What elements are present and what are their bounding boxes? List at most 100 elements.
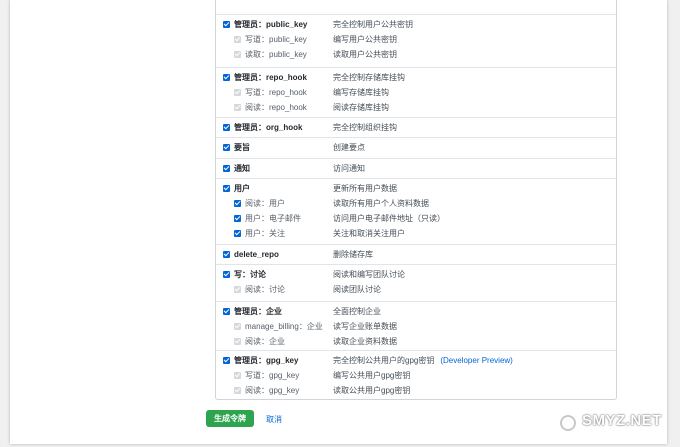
scope-child-row: 写道：public_key 编写用户公共密钥 <box>216 34 616 46</box>
scope-checkbox[interactable] <box>223 251 230 258</box>
scope-description-text: 更新所有用户数据 <box>333 184 397 193</box>
scope-description: 访问用户电子邮件地址（只读） <box>333 213 445 225</box>
scope-child-label: 读取：public_key <box>245 50 307 59</box>
scope-child-checkbox <box>234 36 241 43</box>
scope-group: 写：讨论 阅读和编写团队讨论 阅读：讨论 阅读团队讨论 <box>216 264 616 301</box>
scope-group: 用户 更新所有用户数据阅读：用户 读取所有用户个人资料数据 用户：电子邮件 访问用户电子… <box>216 178 616 244</box>
scope-description: 读取所有用户个人资料数据 <box>333 198 429 210</box>
scope-description: 读写企业账单数据 <box>333 321 397 333</box>
scope-description-text: 阅读存储库挂钩 <box>333 103 389 112</box>
scope-description: 编写公共用户gpg密钥 <box>333 370 410 382</box>
scope-checkbox[interactable] <box>223 165 230 172</box>
scope-description-text: 编写存储库挂钩 <box>333 88 389 97</box>
scope-child-row: 写道：repo_hook 编写存储库挂钩 <box>216 87 616 99</box>
scope-child-label: 阅读：gpg_key <box>245 386 300 395</box>
scope-label: 管理员：public_key <box>234 20 308 29</box>
scope-description: 完全控制公共用户的gpg密钥 (Developer Preview) <box>333 355 513 367</box>
scope-group: 管理员：企业 全面控制企业 manage_billing：企业 读写企业账单数据阅读：… <box>216 301 616 350</box>
scope-description: 读取企业资料数据 <box>333 336 397 348</box>
scope-child-row: 阅读：讨论 阅读团队讨论 <box>216 284 616 296</box>
scope-checkbox[interactable] <box>223 271 230 278</box>
scope-child-checkbox <box>234 372 241 379</box>
token-scopes-card: 管理员：public_key 完全控制用户公共密钥写道：public_key 编写用… <box>10 0 667 444</box>
scope-description: 阅读存储库挂钩 <box>333 102 389 114</box>
scope-group: 管理员：repo_hook 完全控制存储库挂钩写道：repo_hook 编写存储库挂… <box>216 67 616 117</box>
scope-group: 管理员：gpg_key 完全控制公共用户的gpg密钥 (Developer Prev… <box>216 350 616 400</box>
scope-description: 读取公共用户gpg密钥 <box>333 385 410 397</box>
scope-child-label: 写道：repo_hook <box>245 88 307 97</box>
scope-description-text: 访问通知 <box>333 164 365 173</box>
scope-description: 创建要点 <box>333 142 365 154</box>
scope-child-row: manage_billing：企业 读写企业账单数据 <box>216 321 616 333</box>
scope-description-text: 创建要点 <box>333 143 365 152</box>
scope-child-row: 用户：电子邮件 访问用户电子邮件地址（只读） <box>216 213 616 225</box>
scope-description-text: 完全控制用户公共密钥 <box>333 20 413 29</box>
scope-child-row: 用户：关注 关注和取消关注用户 <box>216 228 616 240</box>
scope-description-text: 阅读团队讨论 <box>333 285 381 294</box>
scope-description-text: 访问用户电子邮件地址（只读） <box>333 214 445 223</box>
scope-row: 管理员：repo_hook 完全控制存储库挂钩 <box>216 72 616 84</box>
scope-description: 更新所有用户数据 <box>333 183 397 195</box>
scope-description: 关注和取消关注用户 <box>333 228 405 240</box>
scope-checkbox[interactable] <box>223 357 230 364</box>
scope-child-row: 读取：public_key 读取用户公共密钥 <box>216 49 616 61</box>
scope-child-label: 写道：public_key <box>245 35 307 44</box>
scope-child-row: 阅读：企业 读取企业资料数据 <box>216 336 616 348</box>
scope-checkbox[interactable] <box>223 21 230 28</box>
scope-child-label: manage_billing：企业 <box>245 322 323 331</box>
scope-description-text: 完全控制存储库挂钩 <box>333 73 405 82</box>
scope-row: 通知 访问通知 <box>216 163 616 175</box>
scope-row: 管理员：gpg_key 完全控制公共用户的gpg密钥 (Developer Prev… <box>216 355 616 367</box>
scope-child-row: 阅读：gpg_key 读取公共用户gpg密钥 <box>216 385 616 397</box>
scope-checkbox[interactable] <box>223 308 230 315</box>
scope-description: 编写用户公共密钥 <box>333 34 397 46</box>
scope-child-checkbox[interactable] <box>234 230 241 237</box>
scope-description-text: 读取用户公共密钥 <box>333 50 397 59</box>
watermark: SMYZ.NET <box>582 412 662 429</box>
scope-child-checkbox <box>234 286 241 293</box>
generate-token-button[interactable]: 生成令牌 <box>206 410 254 427</box>
scope-child-checkbox <box>234 51 241 58</box>
scope-row: delete_repo 删除储存库 <box>216 249 616 261</box>
scope-child-checkbox <box>234 338 241 345</box>
scope-description: 完全控制存储库挂钩 <box>333 72 405 84</box>
scope-description: 访问通知 <box>333 163 365 175</box>
scope-child-checkbox[interactable] <box>234 215 241 222</box>
scope-group: 管理员：org_hook 完全控制组织挂钩 <box>216 117 616 137</box>
scope-label: 要旨 <box>234 143 250 152</box>
scope-description: 完全控制组织挂钩 <box>333 122 397 134</box>
scope-checkbox[interactable] <box>223 124 230 131</box>
scope-checkbox[interactable] <box>223 74 230 81</box>
scope-child-label: 阅读：repo_hook <box>245 103 307 112</box>
scope-row: 写：讨论 阅读和编写团队讨论 <box>216 269 616 281</box>
scope-description-text: 全面控制企业 <box>333 307 381 316</box>
scope-child-row: 阅读：用户 读取所有用户个人资料数据 <box>216 198 616 210</box>
scope-label: 用户 <box>234 184 250 193</box>
scope-label: delete_repo <box>234 250 279 259</box>
scope-label: 管理员：org_hook <box>234 123 303 132</box>
scope-description-text: 关注和取消关注用户 <box>333 229 405 238</box>
scope-description-text: 读取公共用户gpg密钥 <box>333 386 411 395</box>
scope-description-text: 完全控制组织挂钩 <box>333 123 397 132</box>
scope-checkbox[interactable] <box>223 144 230 151</box>
scope-description: 删除储存库 <box>333 249 373 261</box>
developer-preview-link[interactable]: (Developer Preview) <box>440 356 512 365</box>
cancel-link[interactable]: 取消 <box>266 414 282 425</box>
scope-label: 管理员：repo_hook <box>234 73 307 82</box>
scope-row: 管理员：public_key 完全控制用户公共密钥 <box>216 19 616 31</box>
scope-row: 管理员：企业 全面控制企业 <box>216 306 616 318</box>
scope-checkbox[interactable] <box>223 185 230 192</box>
scope-description: 阅读和编写团队讨论 <box>333 269 405 281</box>
scope-child-row: 写道：gpg_key 编写公共用户gpg密钥 <box>216 370 616 382</box>
scope-child-checkbox[interactable] <box>234 200 241 207</box>
scope-description: 阅读团队讨论 <box>333 284 381 296</box>
scope-description: 读取用户公共密钥 <box>333 49 397 61</box>
scope-row: 管理员：org_hook 完全控制组织挂钩 <box>216 122 616 134</box>
scope-description: 全面控制企业 <box>333 306 381 318</box>
scope-group: 管理员：public_key 完全控制用户公共密钥写道：public_key 编写用… <box>216 14 616 67</box>
scope-description: 编写存储库挂钩 <box>333 87 389 99</box>
scope-description-text: 编写用户公共密钥 <box>333 35 397 44</box>
scope-description-text: 读写企业账单数据 <box>333 322 397 331</box>
scope-child-label: 写道：gpg_key <box>245 371 300 380</box>
scope-description: 完全控制用户公共密钥 <box>333 19 413 31</box>
